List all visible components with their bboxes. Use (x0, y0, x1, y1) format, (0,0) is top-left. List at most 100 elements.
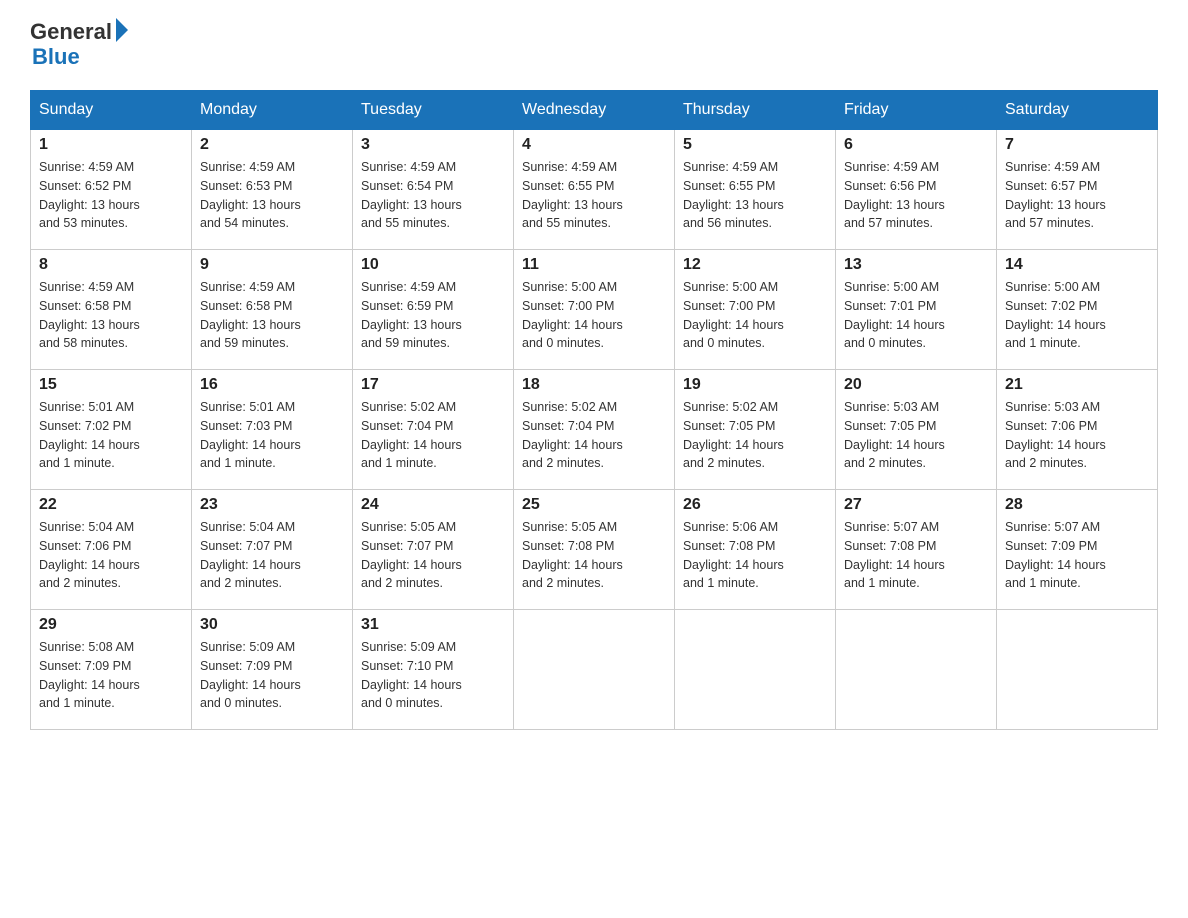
calendar-week-row: 1Sunrise: 4:59 AMSunset: 6:52 PMDaylight… (31, 130, 1158, 250)
day-info: Sunrise: 5:05 AMSunset: 7:07 PMDaylight:… (361, 518, 505, 593)
day-info: Sunrise: 5:04 AMSunset: 7:07 PMDaylight:… (200, 518, 344, 593)
day-info: Sunrise: 4:59 AMSunset: 6:56 PMDaylight:… (844, 158, 988, 233)
day-number: 29 (39, 616, 183, 634)
day-number: 15 (39, 376, 183, 394)
day-number: 12 (683, 256, 827, 274)
logo-text-general: General (30, 20, 112, 44)
header-tuesday: Tuesday (353, 91, 514, 130)
day-info: Sunrise: 5:01 AMSunset: 7:02 PMDaylight:… (39, 398, 183, 473)
page-header: General Blue (30, 20, 1158, 70)
day-number: 28 (1005, 496, 1149, 514)
calendar-table: SundayMondayTuesdayWednesdayThursdayFrid… (30, 90, 1158, 730)
calendar-cell: 29 Sunrise: 5:08 AMSunset: 7:09 PMDayligh… (31, 610, 192, 730)
calendar-cell: 14 Sunrise: 5:00 AMSunset: 7:02 PMDayligh… (997, 250, 1158, 370)
day-number: 2 (200, 136, 344, 154)
calendar-cell (997, 610, 1158, 730)
header-monday: Monday (192, 91, 353, 130)
logo-triangle-icon (116, 18, 128, 42)
calendar-cell: 23 Sunrise: 5:04 AMSunset: 7:07 PMDayligh… (192, 490, 353, 610)
header-wednesday: Wednesday (514, 91, 675, 130)
day-number: 30 (200, 616, 344, 634)
calendar-cell: 24 Sunrise: 5:05 AMSunset: 7:07 PMDayligh… (353, 490, 514, 610)
day-number: 25 (522, 496, 666, 514)
calendar-cell: 10 Sunrise: 4:59 AMSunset: 6:59 PMDayligh… (353, 250, 514, 370)
header-sunday: Sunday (31, 91, 192, 130)
header-friday: Friday (836, 91, 997, 130)
day-info: Sunrise: 5:05 AMSunset: 7:08 PMDaylight:… (522, 518, 666, 593)
day-info: Sunrise: 4:59 AMSunset: 6:54 PMDaylight:… (361, 158, 505, 233)
calendar-cell: 6 Sunrise: 4:59 AMSunset: 6:56 PMDaylight… (836, 130, 997, 250)
calendar-cell: 18 Sunrise: 5:02 AMSunset: 7:04 PMDayligh… (514, 370, 675, 490)
calendar-cell: 11Sunrise: 5:00 AMSunset: 7:00 PMDayligh… (514, 250, 675, 370)
logo: General Blue (30, 20, 128, 70)
day-info: Sunrise: 5:00 AMSunset: 7:01 PMDaylight:… (844, 278, 988, 353)
day-info: Sunrise: 4:59 AMSunset: 6:58 PMDaylight:… (200, 278, 344, 353)
day-number: 5 (683, 136, 827, 154)
calendar-cell: 20Sunrise: 5:03 AMSunset: 7:05 PMDayligh… (836, 370, 997, 490)
day-info: Sunrise: 5:02 AMSunset: 7:04 PMDaylight:… (522, 398, 666, 473)
header-thursday: Thursday (675, 91, 836, 130)
calendar-cell: 22 Sunrise: 5:04 AMSunset: 7:06 PMDayligh… (31, 490, 192, 610)
day-number: 27 (844, 496, 988, 514)
calendar-cell: 7Sunrise: 4:59 AMSunset: 6:57 PMDaylight… (997, 130, 1158, 250)
day-number: 19 (683, 376, 827, 394)
day-info: Sunrise: 5:07 AMSunset: 7:09 PMDaylight:… (1005, 518, 1149, 593)
calendar-cell: 13 Sunrise: 5:00 AMSunset: 7:01 PMDayligh… (836, 250, 997, 370)
day-info: Sunrise: 5:00 AMSunset: 7:02 PMDaylight:… (1005, 278, 1149, 353)
calendar-cell: 30 Sunrise: 5:09 AMSunset: 7:09 PMDayligh… (192, 610, 353, 730)
day-info: Sunrise: 5:08 AMSunset: 7:09 PMDaylight:… (39, 638, 183, 713)
day-info: Sunrise: 5:04 AMSunset: 7:06 PMDaylight:… (39, 518, 183, 593)
day-info: Sunrise: 5:07 AMSunset: 7:08 PMDaylight:… (844, 518, 988, 593)
calendar-cell: 4 Sunrise: 4:59 AMSunset: 6:55 PMDaylight… (514, 130, 675, 250)
calendar-week-row: 8Sunrise: 4:59 AMSunset: 6:58 PMDaylight… (31, 250, 1158, 370)
day-info: Sunrise: 4:59 AMSunset: 6:59 PMDaylight:… (361, 278, 505, 353)
day-number: 4 (522, 136, 666, 154)
day-number: 21 (1005, 376, 1149, 394)
calendar-cell (514, 610, 675, 730)
calendar-cell: 17 Sunrise: 5:02 AMSunset: 7:04 PMDayligh… (353, 370, 514, 490)
calendar-cell (836, 610, 997, 730)
calendar-cell: 15 Sunrise: 5:01 AMSunset: 7:02 PMDayligh… (31, 370, 192, 490)
calendar-week-row: 29 Sunrise: 5:08 AMSunset: 7:09 PMDayligh… (31, 610, 1158, 730)
day-info: Sunrise: 5:02 AMSunset: 7:05 PMDaylight:… (683, 398, 827, 473)
calendar-cell: 31 Sunrise: 5:09 AMSunset: 7:10 PMDayligh… (353, 610, 514, 730)
day-number: 13 (844, 256, 988, 274)
day-number: 26 (683, 496, 827, 514)
calendar-cell: 12Sunrise: 5:00 AMSunset: 7:00 PMDayligh… (675, 250, 836, 370)
day-number: 22 (39, 496, 183, 514)
day-number: 11 (522, 256, 666, 274)
calendar-week-row: 22 Sunrise: 5:04 AMSunset: 7:06 PMDayligh… (31, 490, 1158, 610)
day-info: Sunrise: 5:03 AMSunset: 7:06 PMDaylight:… (1005, 398, 1149, 473)
calendar-header-row: SundayMondayTuesdayWednesdayThursdayFrid… (31, 91, 1158, 130)
day-number: 14 (1005, 256, 1149, 274)
day-info: Sunrise: 5:02 AMSunset: 7:04 PMDaylight:… (361, 398, 505, 473)
calendar-cell (675, 610, 836, 730)
calendar-cell: 1Sunrise: 4:59 AMSunset: 6:52 PMDaylight… (31, 130, 192, 250)
day-number: 6 (844, 136, 988, 154)
day-number: 16 (200, 376, 344, 394)
calendar-cell: 8Sunrise: 4:59 AMSunset: 6:58 PMDaylight… (31, 250, 192, 370)
logo-text-blue: Blue (32, 44, 128, 70)
day-info: Sunrise: 5:06 AMSunset: 7:08 PMDaylight:… (683, 518, 827, 593)
day-number: 18 (522, 376, 666, 394)
day-info: Sunrise: 4:59 AMSunset: 6:53 PMDaylight:… (200, 158, 344, 233)
day-info: Sunrise: 4:59 AMSunset: 6:55 PMDaylight:… (522, 158, 666, 233)
day-info: Sunrise: 4:59 AMSunset: 6:57 PMDaylight:… (1005, 158, 1149, 233)
day-number: 23 (200, 496, 344, 514)
day-number: 1 (39, 136, 183, 154)
day-number: 17 (361, 376, 505, 394)
calendar-cell: 16 Sunrise: 5:01 AMSunset: 7:03 PMDayligh… (192, 370, 353, 490)
day-number: 20 (844, 376, 988, 394)
day-info: Sunrise: 4:59 AMSunset: 6:55 PMDaylight:… (683, 158, 827, 233)
header-saturday: Saturday (997, 91, 1158, 130)
day-number: 31 (361, 616, 505, 634)
day-number: 24 (361, 496, 505, 514)
day-info: Sunrise: 5:01 AMSunset: 7:03 PMDaylight:… (200, 398, 344, 473)
day-info: Sunrise: 5:09 AMSunset: 7:10 PMDaylight:… (361, 638, 505, 713)
day-number: 3 (361, 136, 505, 154)
calendar-cell: 21 Sunrise: 5:03 AMSunset: 7:06 PMDayligh… (997, 370, 1158, 490)
day-info: Sunrise: 4:59 AMSunset: 6:58 PMDaylight:… (39, 278, 183, 353)
day-number: 10 (361, 256, 505, 274)
calendar-cell: 19 Sunrise: 5:02 AMSunset: 7:05 PMDayligh… (675, 370, 836, 490)
day-info: Sunrise: 5:09 AMSunset: 7:09 PMDaylight:… (200, 638, 344, 713)
